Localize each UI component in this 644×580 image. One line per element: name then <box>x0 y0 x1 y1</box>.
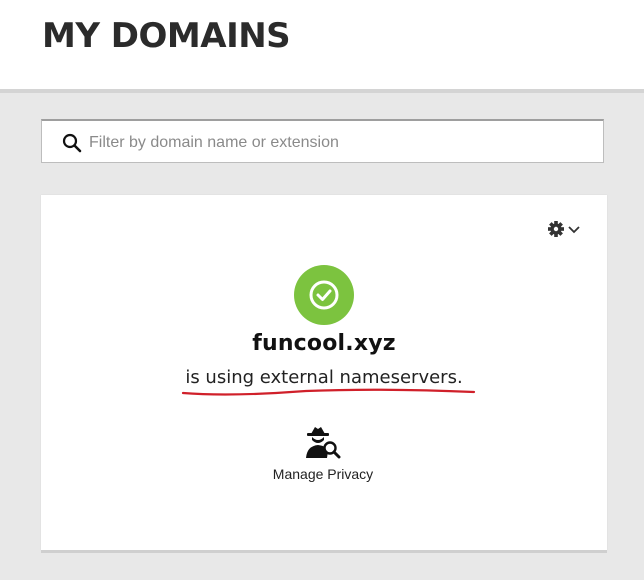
domain-card: funcool.xyz is using external nameserver… <box>41 195 607 550</box>
page-title: MY DOMAINS <box>42 16 291 56</box>
check-circle-icon <box>294 265 354 325</box>
page-header: MY DOMAINS <box>0 0 644 93</box>
manage-privacy-label: Manage Privacy <box>272 466 374 482</box>
search-icon <box>62 133 82 153</box>
domain-filter[interactable] <box>41 119 604 163</box>
spy-search-icon <box>306 427 341 459</box>
annotation-underline <box>181 388 476 396</box>
search-input[interactable] <box>87 127 591 159</box>
chevron-down-icon <box>568 226 580 234</box>
nameserver-status: is using external nameservers. <box>185 367 463 388</box>
manage-privacy-button[interactable]: Manage Privacy <box>248 423 398 487</box>
settings-menu-button[interactable] <box>547 219 583 239</box>
gear-icon <box>548 221 580 237</box>
domain-name[interactable]: funcool.xyz <box>41 331 607 356</box>
